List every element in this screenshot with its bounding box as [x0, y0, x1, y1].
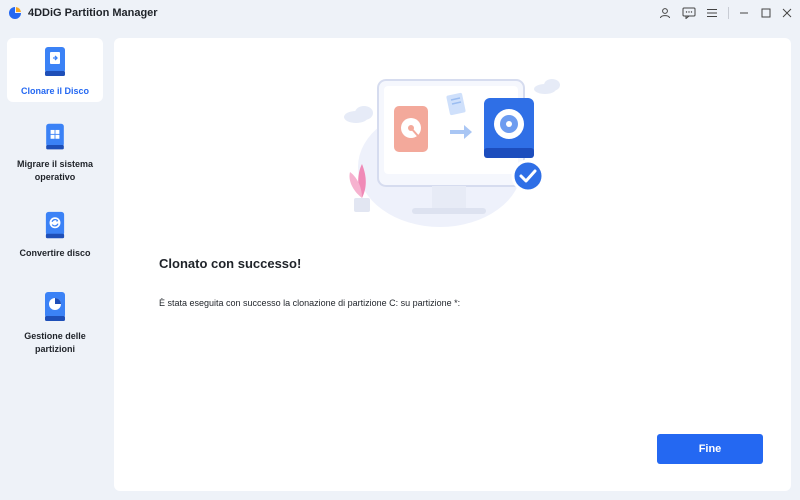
app-logo-icon: [9, 7, 21, 19]
sidebar-item-label: Clonare il Disco: [20, 86, 90, 96]
feedback-icon[interactable]: [680, 4, 698, 22]
success-title: Clonato con successo!: [159, 256, 302, 271]
app-title: 4DDiG Partition Manager: [28, 7, 158, 19]
minimize-icon[interactable]: [735, 4, 753, 22]
convert-disk-icon: [45, 211, 65, 239]
clone-disk-icon: [45, 47, 65, 76]
sidebar-item-partition-management[interactable]: Gestione delle partizioni: [7, 290, 103, 356]
sidebar-item-label: Convertire disco: [19, 248, 91, 258]
sidebar: Clonare il Disco Migrare il sistema oper…: [0, 28, 112, 500]
sidebar-item-migrate-os[interactable]: Migrare il sistema operativo: [7, 122, 103, 184]
partition-management-icon: [45, 292, 65, 321]
menu-icon[interactable]: [703, 4, 721, 22]
sidebar-item-label: Migrare il sistema operativo: [16, 159, 94, 182]
finish-button[interactable]: Fine: [657, 434, 763, 464]
close-icon[interactable]: [778, 4, 796, 22]
titlebar-divider: [728, 7, 729, 19]
main-panel: Clonato con successo! È stata eseguita c…: [114, 38, 791, 491]
clone-success-illustration: [344, 79, 560, 227]
sidebar-item-clone-disk[interactable]: Clonare il Disco: [7, 38, 103, 102]
migrate-os-icon: [46, 123, 64, 150]
user-icon[interactable]: [656, 4, 674, 22]
title-bar: 4DDiG Partition Manager: [0, 0, 800, 28]
maximize-icon[interactable]: [757, 4, 775, 22]
success-message: È stata eseguita con successo la clonazi…: [159, 298, 461, 308]
sidebar-item-label: Gestione delle partizioni: [24, 331, 86, 354]
sidebar-item-convert-disk[interactable]: Convertire disco: [7, 210, 103, 260]
